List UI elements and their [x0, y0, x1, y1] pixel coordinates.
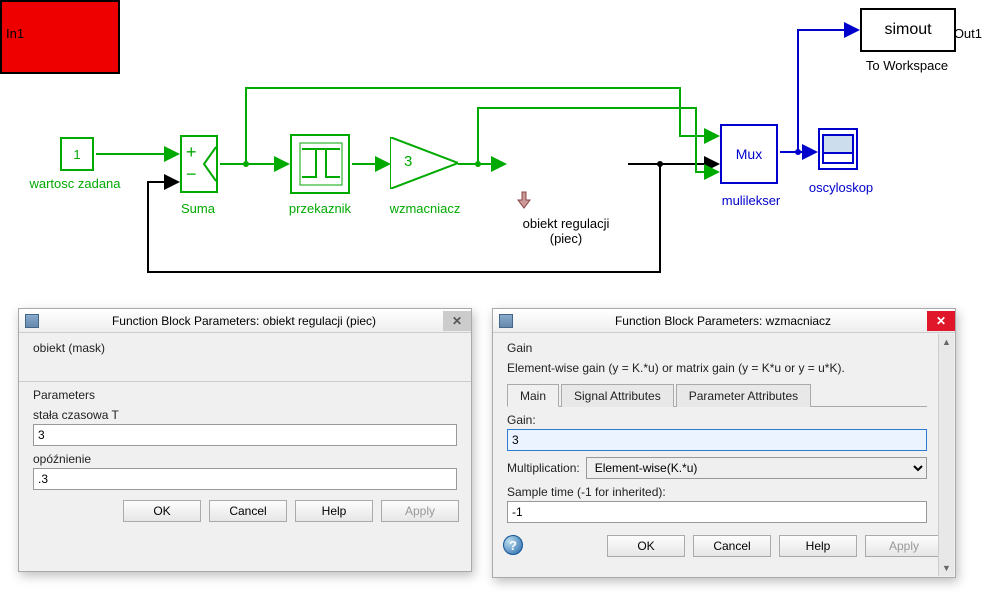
- cancel-button[interactable]: Cancel: [209, 500, 287, 522]
- constant-value: 1: [73, 147, 80, 162]
- tab-main[interactable]: Main: [507, 384, 559, 407]
- help-button[interactable]: Help: [779, 535, 857, 557]
- multiplication-select[interactable]: Element-wise(K.*u): [586, 457, 927, 479]
- scope-label: oscyloskop: [796, 180, 886, 195]
- scroll-up-icon[interactable]: ▲: [939, 334, 954, 350]
- subsystem-label: obiekt regulacji (piec): [496, 216, 636, 246]
- scope-icon: [821, 131, 855, 167]
- mux-text: Mux: [736, 146, 762, 162]
- dialog-wzmacniacz-titlebar[interactable]: Function Block Parameters: wzmacniacz ✕: [493, 309, 955, 333]
- dialog-obiekt-title: Function Block Parameters: obiekt regula…: [45, 314, 443, 328]
- ok-button[interactable]: OK: [123, 500, 201, 522]
- dialog-wzmacniacz-title: Function Block Parameters: wzmacniacz: [519, 314, 927, 328]
- block-description: Element-wise gain (y = K.*u) or matrix g…: [507, 361, 927, 375]
- sum-block[interactable]: + −: [180, 135, 218, 193]
- sampletime-label: Sample time (-1 for inherited):: [507, 485, 927, 499]
- param1-label: stała czasowa T: [33, 408, 457, 422]
- ok-button[interactable]: OK: [607, 535, 685, 557]
- blocktype-label: Gain: [507, 341, 927, 355]
- subsystem-in: In1: [6, 26, 24, 41]
- scrollbar[interactable]: ▲ ▼: [938, 334, 954, 576]
- scope-block[interactable]: [818, 128, 858, 170]
- sum-label: Suma: [168, 201, 228, 216]
- relay-icon: [296, 139, 344, 189]
- tab-parameter-attributes[interactable]: Parameter Attributes: [676, 384, 811, 407]
- dialog-wzmacniacz: Function Block Parameters: wzmacniacz ✕ …: [492, 308, 956, 578]
- dialog-obiekt: Function Block Parameters: obiekt regula…: [18, 308, 472, 572]
- tabs: Main Signal Attributes Parameter Attribu…: [507, 383, 927, 407]
- parameters-section-label: Parameters: [33, 388, 457, 402]
- gain-label: wzmacniacz: [370, 201, 480, 216]
- simulink-diagram: 1 wartosc zadana + − Suma przekaznik 3 w…: [0, 0, 988, 300]
- param2-input[interactable]: [33, 468, 457, 490]
- constant-label: wartosc zadana: [10, 176, 140, 191]
- gain-input[interactable]: [507, 429, 927, 451]
- gain-value: 3: [404, 153, 412, 170]
- relay-label: przekaznik: [275, 201, 365, 216]
- subsystem-out: Out1: [954, 26, 982, 41]
- tab-signal-attributes[interactable]: Signal Attributes: [561, 384, 674, 407]
- toworkspace-text: simout: [884, 21, 931, 39]
- apply-button[interactable]: Apply: [381, 500, 459, 522]
- gain-block[interactable]: 3: [390, 137, 458, 189]
- close-icon[interactable]: ✕: [443, 311, 471, 331]
- mask-type-label: obiekt (mask): [33, 341, 457, 355]
- dialog-obiekt-titlebar[interactable]: Function Block Parameters: obiekt regula…: [19, 309, 471, 333]
- toworkspace-block[interactable]: simout: [860, 8, 956, 52]
- gain-label: Gain:: [507, 413, 927, 427]
- close-icon[interactable]: ✕: [927, 311, 955, 331]
- relay-block[interactable]: [290, 134, 350, 194]
- param2-label: opóźnienie: [33, 452, 457, 466]
- toworkspace-label: To Workspace: [852, 58, 962, 73]
- simulink-icon: [25, 314, 39, 328]
- cancel-button[interactable]: Cancel: [693, 535, 771, 557]
- help-button[interactable]: Help: [295, 500, 373, 522]
- simulink-icon: [499, 314, 513, 328]
- constant-block[interactable]: 1: [60, 137, 94, 171]
- multiplication-label: Multiplication:: [507, 461, 580, 475]
- scroll-down-icon[interactable]: ▼: [939, 560, 954, 576]
- param1-input[interactable]: [33, 424, 457, 446]
- apply-button[interactable]: Apply: [865, 535, 943, 557]
- mux-label: mulilekser: [706, 193, 796, 208]
- mux-block[interactable]: Mux: [720, 124, 778, 184]
- sampletime-input[interactable]: [507, 501, 927, 523]
- help-icon[interactable]: ?: [503, 535, 523, 555]
